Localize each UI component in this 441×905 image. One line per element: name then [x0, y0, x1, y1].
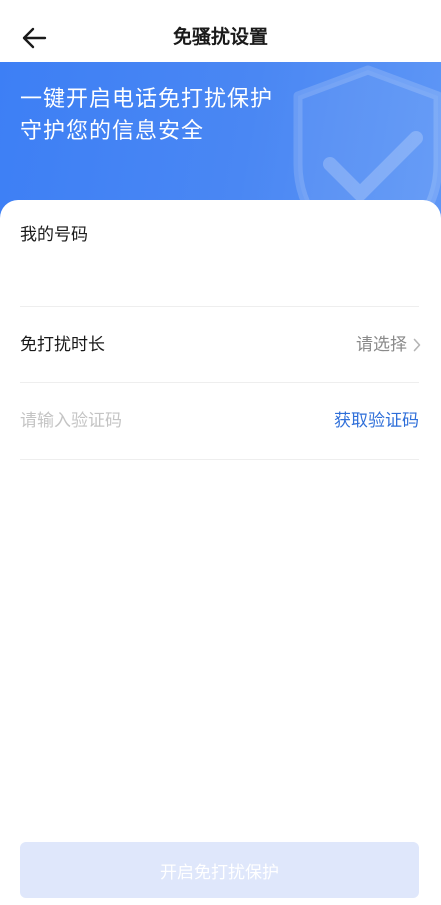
settings-form: 我的号码 免打扰时长 请选择 获取验证码 — [0, 200, 441, 905]
enable-protection-button[interactable]: 开启免打扰保护 — [20, 842, 419, 898]
phone-number-label: 我的号码 — [20, 225, 88, 245]
verification-code-input[interactable] — [20, 406, 300, 436]
duration-select-placeholder: 请选择 — [356, 335, 407, 355]
divider — [20, 459, 419, 460]
duration-label: 免打扰时长 — [20, 335, 105, 355]
banner-subline: 守护您的信息安全 — [20, 119, 205, 144]
divider — [20, 382, 419, 383]
get-code-button[interactable]: 获取验证码 — [334, 408, 419, 434]
banner-headline: 一键开启电话免打扰保护 — [20, 87, 274, 112]
page-title: 免骚扰设置 — [172, 26, 268, 48]
divider — [20, 306, 419, 307]
navigation-bar: 免骚扰设置 — [0, 0, 441, 62]
duration-select[interactable]: 请选择 — [356, 332, 421, 358]
enable-protection-label: 开启免打扰保护 — [160, 862, 279, 883]
chevron-right-icon — [413, 338, 421, 352]
